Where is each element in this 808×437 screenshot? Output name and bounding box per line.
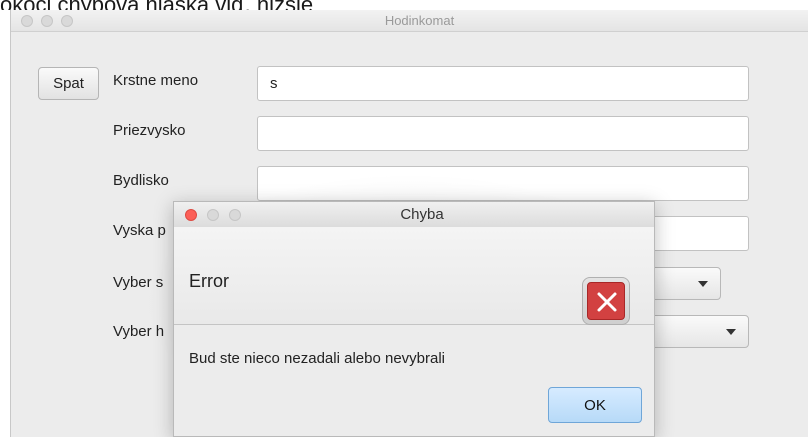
back-button[interactable]: Spat xyxy=(38,67,99,100)
chevron-down-icon xyxy=(726,329,736,335)
document-caption: okoči chybová hláska viď. nižšie xyxy=(0,0,808,10)
first-name-input[interactable] xyxy=(257,66,749,101)
dialog-titlebar: Chyba xyxy=(174,202,654,228)
dialog-title: Chyba xyxy=(400,206,444,223)
first-name-label: Krstne meno xyxy=(113,72,199,89)
main-titlebar: Hodinkomat xyxy=(11,10,808,32)
chevron-down-icon xyxy=(698,281,708,287)
dialog-header-text: Error xyxy=(189,271,229,291)
x-mark-icon xyxy=(597,292,617,312)
error-dialog: Chyba Error Bud ste nieco nezadali alebo… xyxy=(173,201,655,437)
dialog-message: Bud ste nieco nezadali alebo nevybrali xyxy=(189,350,446,367)
dialog-header: Error xyxy=(174,227,654,325)
surname-input[interactable] xyxy=(257,116,749,151)
surname-label: Priezvysko xyxy=(113,122,186,139)
error-x-icon xyxy=(582,277,630,325)
ok-button[interactable]: OK xyxy=(548,387,642,423)
window-title: Hodinkomat xyxy=(384,13,455,28)
